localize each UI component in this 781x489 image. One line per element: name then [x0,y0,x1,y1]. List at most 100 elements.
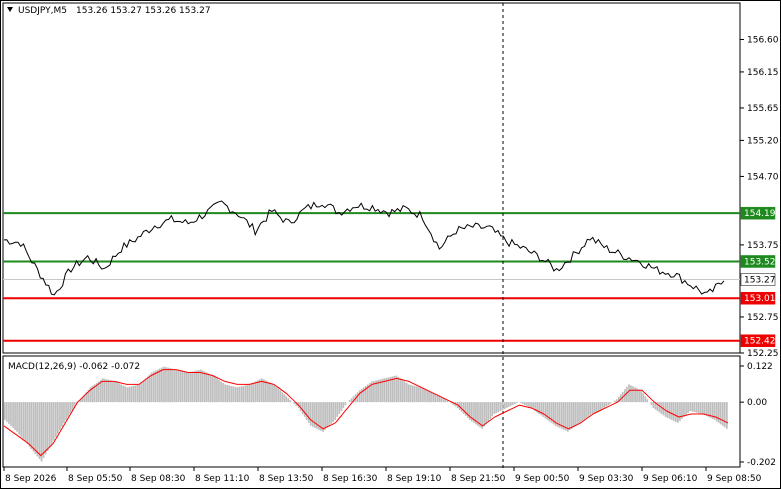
macd-hist-bar [275,386,277,403]
macd-hist-bar [38,402,41,459]
macd-hist-bar [338,402,341,414]
macd-hist-bar [163,366,165,403]
price-tick-label: 155.65 [747,104,779,114]
macd-tick-label: 0.00 [747,398,767,408]
macd-hist-bar [436,395,439,403]
macd-hist-bar [271,383,273,403]
level-price-label: 152.42 [744,337,776,347]
macd-hist-bar [642,393,645,403]
macd-hist-bar [199,369,202,403]
macd-hist-bar [520,402,522,404]
macd-hist-bar [683,402,685,417]
macd-hist-bar [112,380,114,403]
macd-hist-bar [501,402,504,410]
macd-hist-bar [103,378,106,403]
macd-hist-bar [632,386,634,403]
macd-hist-bar [128,386,131,403]
macd-hist-bar [593,402,596,413]
macd-hist-bar [279,390,282,403]
macd-hist-bar [167,367,169,403]
macd-hist-bar [581,402,583,422]
macd-hist-bar [289,400,292,403]
macd-hist-bar [36,402,39,457]
macd-hist-bar [583,402,585,420]
macd-hist-bar [148,374,151,403]
macd-hist-bar [589,402,592,416]
macd-hist-bar [67,402,69,417]
macd-hist-bar [24,402,27,442]
time-tick-label: 8 Sep 05:50 [68,474,123,484]
macd-tick-label: -0.202 [747,458,776,468]
macd-hist-bar [263,379,265,403]
macd-hist-bar [587,402,590,417]
macd-hist-bar [252,382,255,403]
macd-hist-bar [10,402,12,426]
macd-hist-bar [216,378,218,403]
level-price-label: 154.19 [744,209,776,219]
macd-hist-bar [691,402,694,412]
trading-chart[interactable]: USDJPY,M5 153.26 153.27 153.26 153.27 15… [0,0,781,489]
macd-hist-bar [161,367,163,403]
price-tick-label: 152.75 [747,313,779,323]
macd-hist-bar [59,402,61,431]
macd-hist-bar [358,390,361,403]
macd-hist-bar [159,368,161,403]
macd-hist-bar [644,396,647,403]
macd-hist-bar [603,402,606,408]
macd-hist-bar [201,370,204,403]
macd-hist-bar [273,384,275,403]
symbol-header: USDJPY,M5 [18,6,67,16]
level-price-label: 153.27 [744,275,776,285]
macd-hist-bar [63,402,65,424]
macd-hist-bar [568,402,571,431]
macd-hist-bar [605,402,608,407]
macd-hist-bar [110,380,112,403]
macd-hist-bar [697,402,700,413]
macd-hist-bar [265,380,267,403]
time-tick-label: 8 Sep 13:50 [259,474,314,484]
time-tick-label: 8 Sep 16:30 [323,474,378,484]
macd-hist-bar [413,385,416,403]
macd-hist-bar [287,398,290,403]
macd-hist-bar [116,382,118,403]
price-tick-label: 152.25 [747,349,779,359]
macd-hist-bar [18,402,21,435]
macd-hist-bar [613,400,616,403]
macd-hist-bar [340,402,343,411]
macd-hist-bar [197,370,200,403]
macd-hist-bar [20,402,23,437]
macd-hist-bar [226,384,229,403]
macd-hist-bar [485,402,488,424]
macd-hist-bar [191,371,194,403]
macd-hist-bar [244,385,247,403]
macd-hist-bar [269,382,271,403]
macd-hist-bar [505,402,508,408]
macd-hist-bar [228,385,231,403]
price-tick-label: 156.15 [747,68,779,78]
macd-hist-bar [22,402,25,440]
macd-hist-bar [658,402,661,413]
macd-hist-bar [301,402,304,414]
macd-hist-bar [222,382,224,403]
macd-hist-bar [344,402,347,406]
macd-hist-bar [118,383,120,403]
macd-hist-bar [4,402,6,420]
macd-hist-bar [609,402,612,404]
macd-hist-bar [652,402,655,408]
macd-hist-bar [187,372,190,403]
macd-hist-bar [246,384,249,403]
macd-hist-bar [511,402,514,406]
macd-hist-bar [134,385,137,403]
macd-hist-bar [666,402,669,418]
macd-hist-bar [8,402,10,424]
macd-hist-bar [571,402,573,429]
macd-hist-bar [409,384,412,403]
macd-hist-bar [401,379,404,403]
price-tick-label: 154.70 [747,172,779,182]
macd-hist-bar [232,386,235,403]
macd-hist-bar [283,394,286,403]
macd-hist-bar [430,392,432,403]
macd-hist-bar [342,402,345,408]
macd-hist-bar [303,402,306,417]
macd-hist-bar [699,402,702,414]
